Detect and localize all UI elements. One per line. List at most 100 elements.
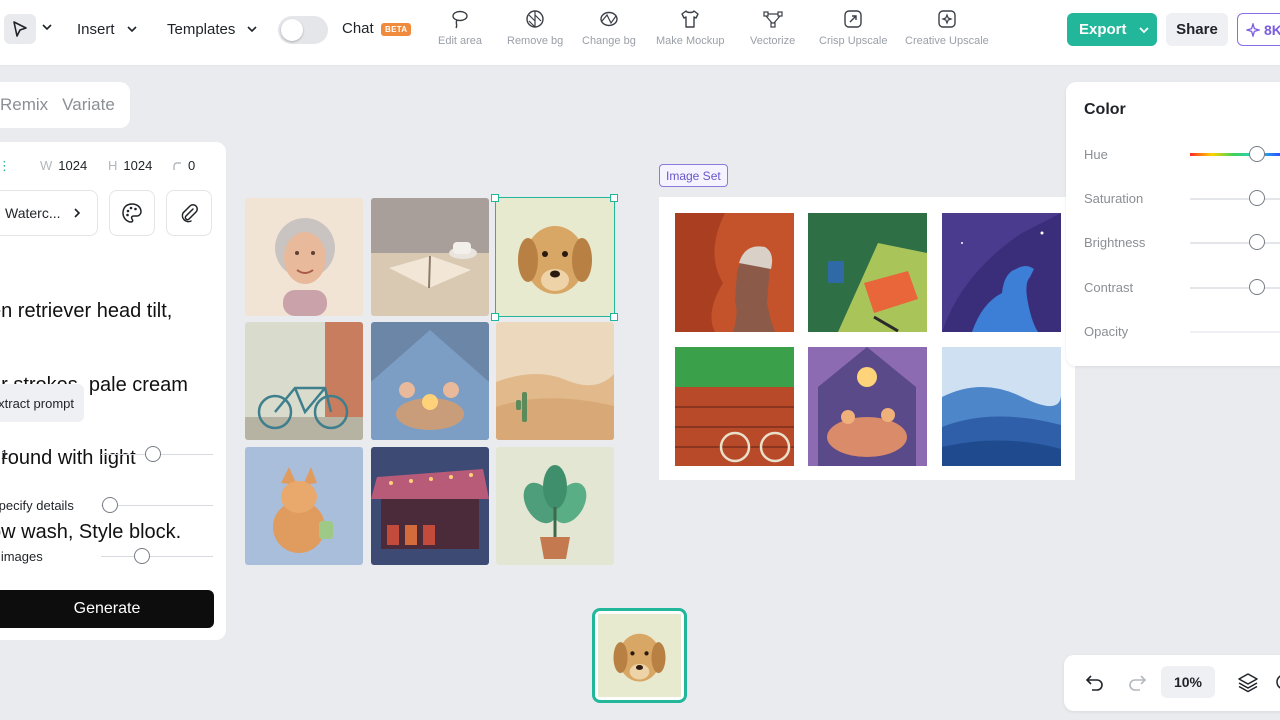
select-tool-button[interactable] (4, 14, 36, 44)
insert-menu[interactable]: Insert (77, 18, 139, 40)
chevron-down-icon (1138, 26, 1149, 33)
attach-button[interactable] (166, 190, 212, 236)
set-image-blue-dog[interactable] (942, 213, 1061, 332)
prompt-line: ground with light (0, 447, 136, 469)
panel-corner-marker: ⋮ (0, 158, 11, 173)
undo-icon[interactable] (1085, 672, 1105, 692)
color-adjust-panel: Color Hue Saturation Brightness Contrast… (1066, 82, 1280, 366)
opacity-label: Opacity (1084, 324, 1129, 339)
saturation-label: Saturation (1084, 191, 1144, 206)
tab-variate[interactable]: Variate (62, 95, 115, 115)
grid-image-golden-retriever[interactable] (496, 198, 614, 316)
aspect-ratio-slider[interactable] (145, 446, 161, 462)
corner-radius-icon (173, 161, 181, 170)
set-image-elderly-woman[interactable] (675, 213, 794, 332)
chat-toggle[interactable] (278, 16, 328, 44)
prompt-line: ow wash, Style block. (0, 520, 182, 543)
crisp-upscale-button[interactable]: Crisp Upscale (819, 8, 887, 58)
tab-remix[interactable]: Remix (0, 95, 48, 115)
extract-prompt-button[interactable]: xtract prompt (0, 384, 84, 422)
grid-image-book-and-tea[interactable] (371, 198, 489, 316)
color-panel-title: Color (1084, 101, 1126, 118)
selected-image-preview[interactable] (592, 608, 687, 703)
edit-area-button[interactable]: Edit area (438, 8, 482, 58)
set-image-kids-fort[interactable] (808, 347, 927, 466)
grid-image-potted-plant[interactable] (496, 447, 614, 565)
redo-icon[interactable] (1127, 672, 1147, 692)
zoom-level[interactable]: 10% (1161, 666, 1215, 698)
creative-upscale-icon (938, 10, 956, 28)
generation-panel: ⋮ W 1024 H 1024 0 Waterc... en retriever… (0, 142, 226, 640)
brightness-label: Brightness (1084, 235, 1146, 250)
resize-handle[interactable] (610, 313, 618, 321)
creative-upscale-button[interactable]: Creative Upscale (905, 8, 989, 58)
creative-upscale-label: Creative Upscale (905, 35, 989, 47)
grid-image-kids-fort[interactable] (371, 322, 489, 440)
top-toolbar: Insert Templates Chat BETA Edit area Rem… (0, 0, 1280, 66)
remove-bg-button[interactable]: Remove bg (507, 8, 563, 58)
image-count-label: 2 images (0, 549, 43, 564)
bottom-controls: 10% (1064, 655, 1280, 711)
height-value: 1024 (123, 158, 153, 173)
corner-radius-field[interactable]: 0 (172, 158, 195, 173)
style-selector[interactable]: Waterc... (0, 190, 98, 236)
vectorize-button[interactable]: Vectorize (750, 8, 795, 58)
saturation-slider[interactable] (1249, 190, 1265, 206)
tshirt-icon (681, 10, 699, 28)
set-image-book-and-mug[interactable] (808, 213, 927, 332)
image-count-slider[interactable] (134, 548, 150, 564)
image-count-track (101, 556, 213, 557)
credits-label: 8K (1264, 21, 1280, 38)
mode-tabs: Remix Variate (0, 82, 130, 128)
chevron-down-icon[interactable] (40, 20, 54, 34)
hue-slider[interactable] (1249, 146, 1265, 162)
opacity-track[interactable] (1190, 331, 1280, 333)
hue-label: Hue (1084, 147, 1108, 162)
width-field[interactable]: W 1024 (40, 158, 87, 173)
change-bg-icon (600, 11, 618, 27)
chat-label: Chat (342, 20, 374, 37)
brightness-slider[interactable] (1249, 234, 1265, 250)
palette-button[interactable] (109, 190, 155, 236)
paperclip-icon (181, 204, 198, 223)
grid-image-bicycle[interactable] (245, 322, 363, 440)
pointer-icon (13, 21, 27, 37)
make-mockup-label: Make Mockup (656, 35, 725, 47)
change-bg-label: Change bg (582, 35, 636, 47)
layers-icon[interactable] (1237, 671, 1259, 693)
contrast-track (1190, 287, 1280, 289)
specify-details-slider[interactable] (102, 497, 118, 513)
export-button[interactable]: Export (1067, 13, 1157, 46)
grid-image-fox[interactable] (245, 447, 363, 565)
crisp-upscale-label: Crisp Upscale (819, 35, 888, 47)
make-mockup-button[interactable]: Make Mockup (656, 8, 724, 58)
resize-handle[interactable] (491, 194, 499, 202)
contrast-slider[interactable] (1249, 279, 1265, 295)
generate-button[interactable]: Generate (0, 590, 214, 628)
saturation-track (1190, 198, 1280, 200)
grid-image-night-market[interactable] (371, 447, 489, 565)
change-bg-button[interactable]: Change bg (582, 8, 636, 58)
toggle-knob (281, 19, 303, 41)
set-image-bicycle-brick[interactable] (675, 347, 794, 466)
height-key: H (108, 158, 118, 173)
image-set-label[interactable]: Image Set (659, 164, 728, 187)
templates-menu[interactable]: Templates (167, 18, 259, 40)
grid-image-desert[interactable] (496, 322, 614, 440)
more-icon[interactable] (1274, 672, 1280, 692)
sparkle-icon (1246, 22, 1260, 37)
credits-button[interactable]: 8K (1237, 13, 1280, 46)
palette-icon (122, 203, 142, 223)
resize-handle[interactable] (491, 313, 499, 321)
height-field[interactable]: H 1024 (108, 158, 152, 173)
image-set-frame[interactable] (659, 197, 1075, 480)
width-key: W (40, 158, 53, 173)
specify-details-label: Specify details (0, 498, 74, 513)
set-image-blue-dunes[interactable] (942, 347, 1061, 466)
share-button[interactable]: Share (1166, 13, 1228, 46)
remove-bg-icon (526, 10, 544, 28)
corner-radius-value: 0 (188, 158, 196, 173)
resize-handle[interactable] (610, 194, 618, 202)
grid-image-elderly-woman[interactable] (245, 198, 363, 316)
vectorize-label: Vectorize (750, 35, 796, 47)
